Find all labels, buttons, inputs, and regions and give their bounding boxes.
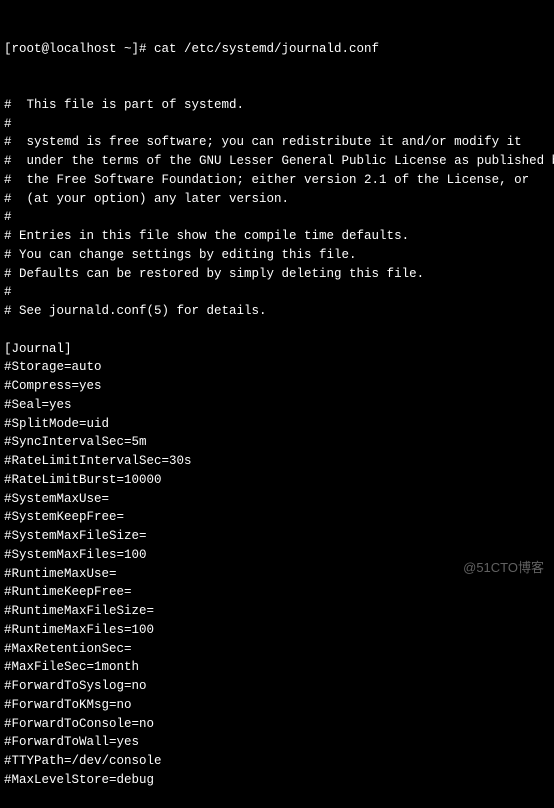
prompt-line[interactable]: [root@localhost ~]# cat /etc/systemd/jou… xyxy=(4,40,550,59)
output-line: [Journal] xyxy=(4,340,550,359)
output-line: #SystemMaxFileSize= xyxy=(4,527,550,546)
output-line: #SyncIntervalSec=5m xyxy=(4,433,550,452)
output-line: #RateLimitIntervalSec=30s xyxy=(4,452,550,471)
output-line: # under the terms of the GNU Lesser Gene… xyxy=(4,152,550,171)
output-line: #Seal=yes xyxy=(4,396,550,415)
output-line: # xyxy=(4,283,550,302)
output-line: #TTYPath=/dev/console xyxy=(4,752,550,771)
output-line: # Defaults can be restored by simply del… xyxy=(4,265,550,284)
output-line: # See journald.conf(5) for details. xyxy=(4,302,550,321)
output-line: # systemd is free software; you can redi… xyxy=(4,133,550,152)
output-line xyxy=(4,321,550,340)
output-line: #Compress=yes xyxy=(4,377,550,396)
output-line: #SystemMaxUse= xyxy=(4,490,550,509)
output-line: # You can change settings by editing thi… xyxy=(4,246,550,265)
output-line: # Entries in this file show the compile … xyxy=(4,227,550,246)
output-line: #MaxRetentionSec= xyxy=(4,640,550,659)
output-line: #SystemKeepFree= xyxy=(4,508,550,527)
output-line: # xyxy=(4,208,550,227)
output-line: #RuntimeMaxFileSize= xyxy=(4,602,550,621)
output-line: # the Free Software Foundation; either v… xyxy=(4,171,550,190)
watermark: @51CTO博客 xyxy=(463,558,544,578)
output-line: #MaxLevelStore=debug xyxy=(4,771,550,790)
output-line: #Storage=auto xyxy=(4,358,550,377)
output-line: #MaxFileSec=1month xyxy=(4,658,550,677)
output-line: #RuntimeMaxFiles=100 xyxy=(4,621,550,640)
output-line: #ForwardToConsole=no xyxy=(4,715,550,734)
output-line: #ForwardToKMsg=no xyxy=(4,696,550,715)
output-line: #ForwardToSyslog=no xyxy=(4,677,550,696)
output-line: # (at your option) any later version. xyxy=(4,190,550,209)
output-line: # xyxy=(4,115,550,134)
output-line: #ForwardToWall=yes xyxy=(4,733,550,752)
output-line: #RuntimeKeepFree= xyxy=(4,583,550,602)
terminal-output: [root@localhost ~]# cat /etc/systemd/jou… xyxy=(4,2,550,808)
file-content: # This file is part of systemd.## system… xyxy=(4,96,550,790)
output-line: #RateLimitBurst=10000 xyxy=(4,471,550,490)
output-line: # This file is part of systemd. xyxy=(4,96,550,115)
output-line: #SplitMode=uid xyxy=(4,415,550,434)
